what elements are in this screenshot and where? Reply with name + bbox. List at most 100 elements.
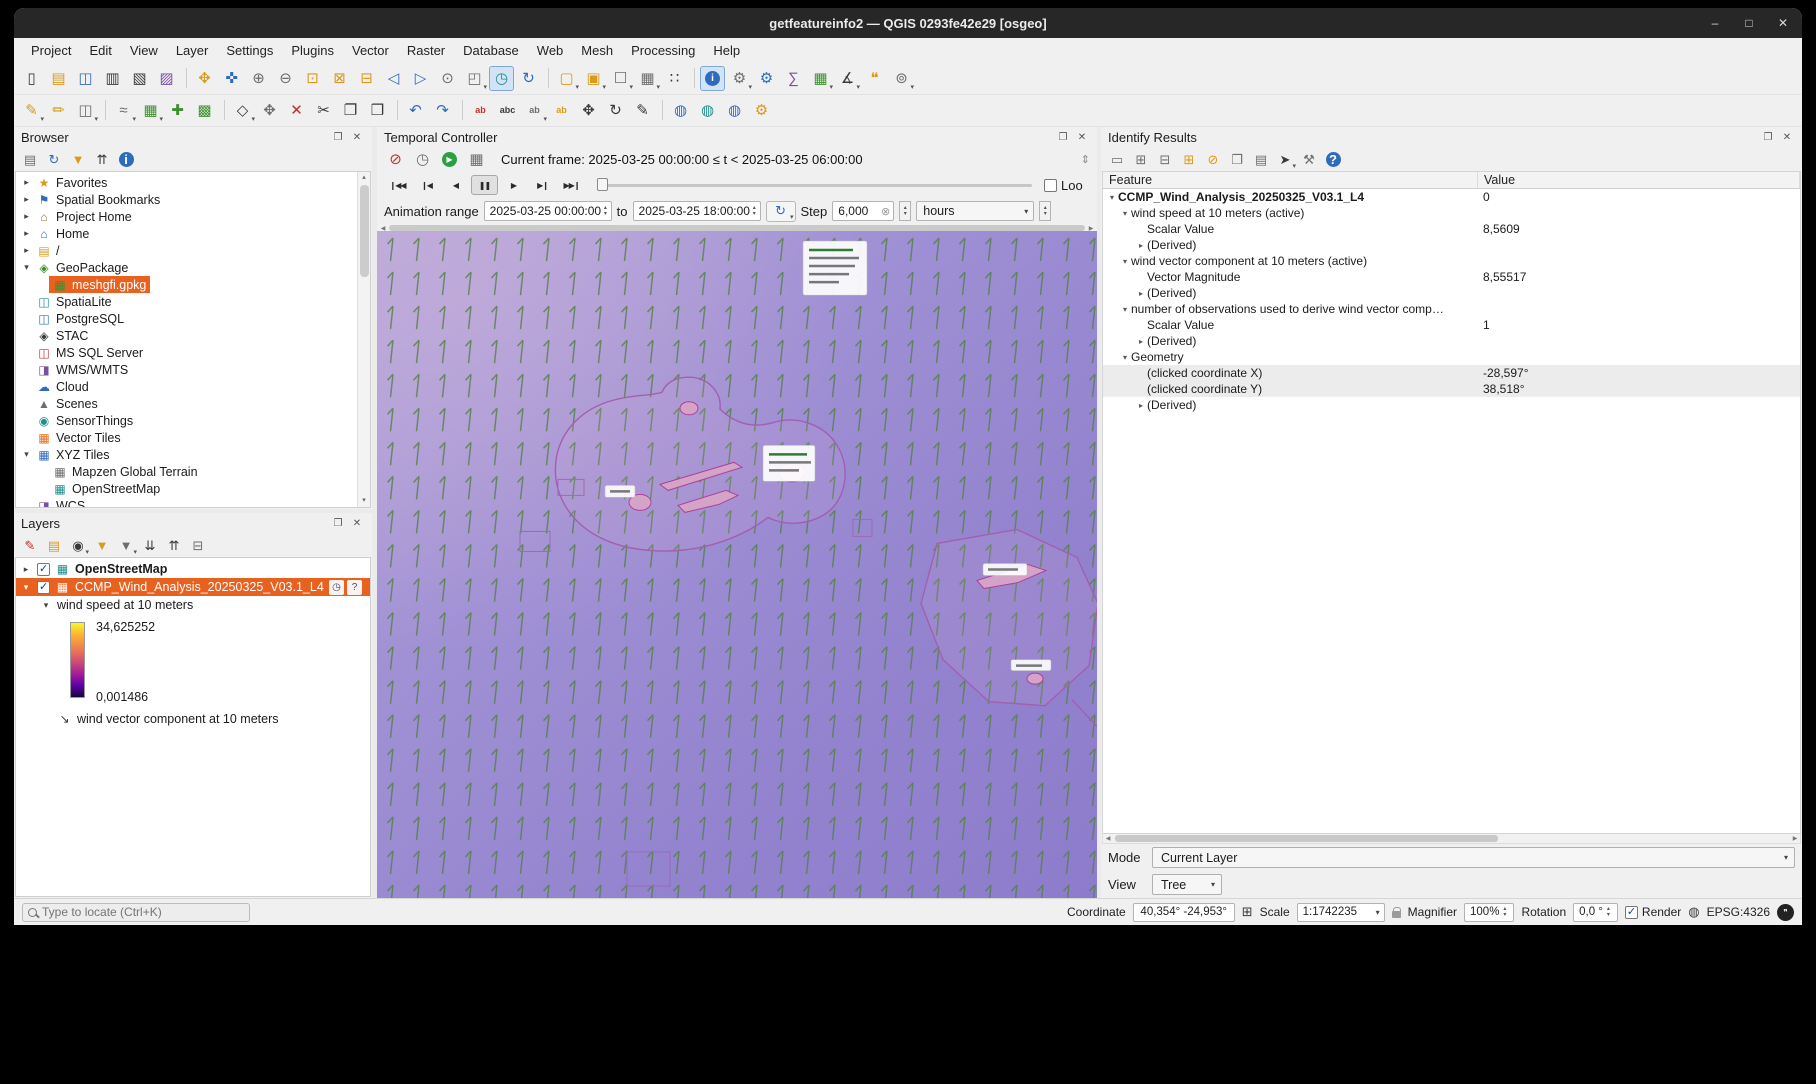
expand-arrow[interactable]: ▸ [20,245,33,256]
rotation-spinbox[interactable]: 0,0 ° [1573,903,1618,922]
spinner-icon[interactable] [1603,906,1614,918]
expand-tree-icon[interactable]: ⊞ [1130,148,1152,170]
step-unit-combo[interactable]: hours [916,201,1034,221]
menu-layer[interactable]: Layer [167,40,218,61]
separator[interactable] [657,98,666,123]
mesh-digitizing-icon[interactable]: ▦ [138,98,163,123]
tree-item[interactable]: ▲Scenes [16,395,370,412]
expand-arrow[interactable]: ▸ [20,228,33,239]
expand-arrow[interactable]: ▸ [20,564,32,575]
clear-step-icon[interactable]: ⊗ [881,205,890,218]
style-manager-icon[interactable]: ▨ [154,66,179,91]
result-row[interactable]: ▸(Derived) [1103,237,1800,253]
float-panel-button[interactable]: ❐ [1055,132,1071,143]
move-feature-icon[interactable]: ✥ [257,98,282,123]
zoom-to-layer-icon[interactable]: ⊟ [354,66,379,91]
actions-icon[interactable]: ⚙ [727,66,752,91]
render-checkbox[interactable] [1625,906,1638,919]
menu-vector[interactable]: Vector [343,40,398,61]
tree-item[interactable]: ▸ ★Favorites [16,174,370,191]
expand-arrow[interactable]: ▾ [20,582,32,593]
zoom-next-icon[interactable]: ▷ [408,66,433,91]
osm-tools-icon[interactable]: ⚙ [749,98,774,123]
zoom-native-icon[interactable]: ⊙ [435,66,460,91]
properties-icon[interactable]: i [115,148,137,170]
export-animation-icon[interactable]: ▦ [464,147,489,172]
open-attribute-table-icon[interactable]: ▦ [635,66,660,91]
minimize-button[interactable]: – [1708,16,1722,30]
magnifier-spinbox[interactable]: 100% [1464,903,1514,922]
open-project-icon[interactable]: ▤ [46,66,71,91]
panel-overflow-icon[interactable]: ⇕ [1081,153,1092,166]
step-spinner[interactable] [899,201,911,221]
close-panel-button[interactable]: ✕ [1074,132,1090,143]
scale-combo[interactable]: 1:1742235 [1297,903,1385,922]
tree-item[interactable]: ☁Cloud [16,378,370,395]
play-forward-button[interactable]: ▶ [500,175,527,195]
expand-all-icon[interactable]: ⇊ [139,534,161,556]
menu-mesh[interactable]: Mesh [572,40,622,61]
tree-item[interactable]: ▦Vector Tiles [16,429,370,446]
layer-row-ccmp-wind[interactable]: ▾ ▦ CCMP_Wind_Analysis_20250325_V03.1_L4… [16,578,370,596]
separator[interactable] [100,98,109,123]
menu-settings[interactable]: Settings [217,40,282,61]
expand-arrow[interactable]: ▾ [40,600,52,611]
scrollbar-thumb[interactable] [1115,835,1498,842]
result-row[interactable]: (clicked coordinate Y) 38,518° [1103,381,1800,397]
tree-item[interactable]: ▦Mapzen Global Terrain [16,463,370,480]
scrollbar-thumb[interactable] [360,185,369,277]
map-tips-icon[interactable]: ❝ [862,66,887,91]
redo-icon[interactable]: ↷ [430,98,455,123]
collapse-all-icon[interactable]: ⇈ [163,534,185,556]
separator[interactable] [689,66,698,91]
result-row[interactable]: ▸(Derived) [1103,285,1800,301]
highlight-labels-icon[interactable]: ab [549,98,574,123]
rotate-label-icon[interactable]: ↻ [603,98,628,123]
expand-arrow[interactable]: ▸ [1135,337,1147,346]
result-row[interactable]: Scalar Value 1 [1103,317,1800,333]
fixed-range-icon[interactable]: ◷ [410,147,435,172]
result-row[interactable]: ▾wind speed at 10 meters (active) [1103,205,1800,221]
expand-arrow[interactable]: ▾ [20,262,33,273]
expand-arrow[interactable]: ▾ [20,449,33,460]
expand-arrow[interactable]: ▸ [20,177,33,188]
spinner-icon[interactable] [601,205,610,217]
expand-arrow[interactable]: ▸ [1135,241,1147,250]
statistics-icon[interactable]: ∑ [781,66,806,91]
result-row[interactable]: Scalar Value 8,5609 [1103,221,1800,237]
expand-arrow[interactable]: ▾ [1119,353,1131,362]
labeling-icon[interactable]: ab [468,98,493,123]
tree-item[interactable]: ◫MS SQL Server [16,344,370,361]
scroll-left-icon[interactable] [1103,835,1113,842]
spinner-icon[interactable] [1499,906,1510,918]
tree-item[interactable]: ◫SpatiaLite [16,293,370,310]
pan-to-selection-icon[interactable]: ✜ [219,66,244,91]
separator[interactable] [181,66,190,91]
extents-icon[interactable]: ⊞ [1242,904,1253,920]
pan-map-icon[interactable]: ✥ [192,66,217,91]
menu-web[interactable]: Web [528,40,573,61]
float-panel-button[interactable]: ❐ [1760,132,1776,143]
result-row[interactable]: ▾CCMP_Wind_Analysis_20250325_V03.1_L4 0 [1103,189,1800,205]
copy-features-icon[interactable]: ❐ [338,98,363,123]
separator[interactable] [543,66,552,91]
vertex-tool-icon[interactable]: ◇ [230,98,255,123]
move-label-icon[interactable]: ✥ [576,98,601,123]
new-map-view-icon[interactable]: ◰ [462,66,487,91]
expand-arrow[interactable]: ▸ [1135,289,1147,298]
zoom-out-icon[interactable]: ⊖ [273,66,298,91]
identify-hscrollbar[interactable] [1102,834,1801,844]
undo-icon[interactable]: ↶ [403,98,428,123]
previous-frame-button[interactable]: ❙◀ [413,175,440,195]
map-canvas[interactable] [377,231,1097,898]
digitize-shape-icon[interactable]: ≈ [111,98,136,123]
menu-project[interactable]: Project [22,40,80,61]
delete-selected-icon[interactable]: ✕ [284,98,309,123]
value-column-header[interactable]: Value [1478,172,1800,188]
collapse-tree-icon[interactable]: ⊟ [1154,148,1176,170]
lock-icon[interactable] [1392,911,1401,918]
crs-label[interactable]: EPSG:4326 [1707,905,1770,919]
temporal-controller-icon[interactable]: ◷ [489,66,514,91]
help-icon[interactable]: ? [1322,148,1344,170]
mesh-selection-icon[interactable]: ▩ [192,98,217,123]
